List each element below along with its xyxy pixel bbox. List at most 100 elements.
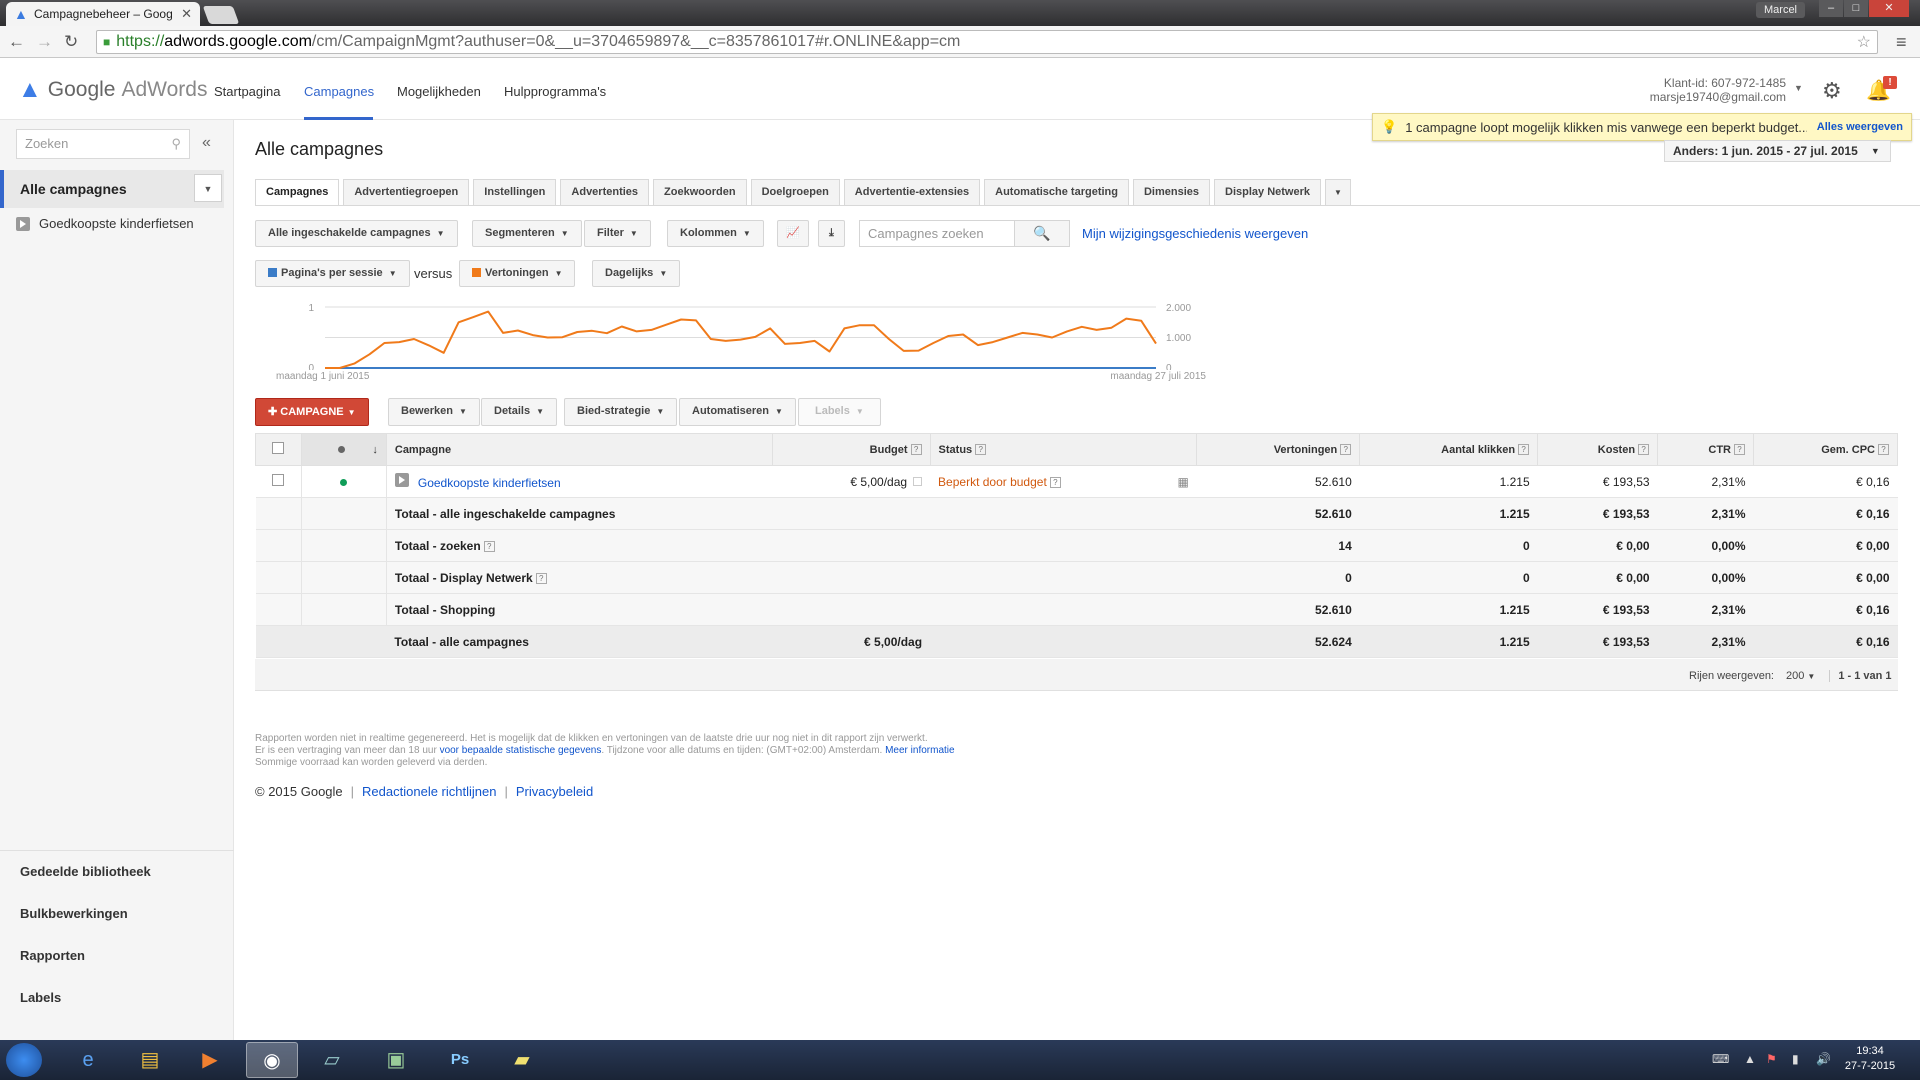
new-tab-button[interactable] bbox=[202, 6, 240, 24]
enabled-dot-icon[interactable] bbox=[340, 478, 348, 486]
change-history-link[interactable]: Mijn wijzigingsgeschiedenis weergeven bbox=[1082, 226, 1308, 241]
campaign-link[interactable]: Goedkoopste kinderfietsen bbox=[418, 476, 561, 490]
more-info-link[interactable]: Meer informatie bbox=[885, 745, 954, 756]
close-tab-icon[interactable]: ✕ bbox=[181, 6, 192, 22]
help-icon[interactable]: ? bbox=[483, 540, 495, 552]
col-avg-cpc[interactable]: Gem. CPC? bbox=[1753, 433, 1898, 466]
edit-button[interactable]: Bewerken ▼ bbox=[388, 398, 480, 426]
tab-automatische-targeting[interactable]: Automatische targeting bbox=[984, 179, 1129, 206]
network-app-icon[interactable]: ▣ bbox=[370, 1042, 422, 1078]
help-icon[interactable]: ? bbox=[1638, 443, 1650, 455]
rows-per-page-select[interactable]: 200 ▼ bbox=[1786, 670, 1815, 682]
granularity-selector[interactable]: Dagelijks ▼ bbox=[592, 260, 681, 287]
more-tabs-dropdown-icon[interactable]: ▼ bbox=[1325, 179, 1351, 206]
close-window-icon[interactable]: ✕ bbox=[1869, 0, 1909, 17]
media-player-icon[interactable]: ▶ bbox=[184, 1042, 236, 1078]
bid-strategy-button[interactable]: Bied-strategie ▼ bbox=[564, 398, 678, 426]
segment-button[interactable]: Segmenteren ▼ bbox=[472, 220, 582, 247]
filter-button[interactable]: Filter ▼ bbox=[584, 220, 651, 247]
metric2-selector[interactable]: Vertoningen ▼ bbox=[459, 260, 576, 287]
campaign-search-input[interactable]: Campagnes zoeken bbox=[859, 220, 1015, 247]
date-range-selector[interactable]: Anders: 1 jun. 2015 - 27 jul. 2015 ▼ bbox=[1664, 140, 1891, 162]
tab-campagnes[interactable]: Campagnes bbox=[255, 179, 340, 206]
help-icon[interactable]: ? bbox=[1049, 476, 1061, 488]
col-ctr[interactable]: CTR? bbox=[1657, 433, 1754, 466]
col-campaign[interactable]: Campagne bbox=[385, 433, 773, 466]
col-impressions[interactable]: Vertoningen? bbox=[1196, 433, 1361, 466]
metric1-selector[interactable]: Pagina's per sessie ▼ bbox=[255, 260, 410, 287]
sidebar-item-labels[interactable]: Labels bbox=[0, 977, 234, 1019]
address-bar[interactable]: ■ https:// adwords.google.com /cm/Campai… bbox=[96, 30, 1878, 54]
col-clicks[interactable]: Aantal klikken? bbox=[1359, 433, 1539, 466]
back-icon[interactable]: ← bbox=[8, 33, 25, 51]
tab-advertentie-extensies[interactable]: Advertentie-extensies bbox=[843, 179, 981, 206]
tab-zoekwoorden[interactable]: Zoekwoorden bbox=[653, 179, 747, 206]
collapse-sidebar-icon[interactable]: « bbox=[202, 134, 211, 152]
row-status[interactable]: Beperkt door budget bbox=[938, 475, 1047, 489]
adwords-logo[interactable]: ▲ Google AdWords bbox=[18, 76, 207, 104]
volume-icon[interactable]: 🔊 bbox=[1816, 1052, 1831, 1066]
col-budget[interactable]: Budget? bbox=[771, 433, 931, 466]
tab-dimensies[interactable]: Dimensies bbox=[1132, 179, 1211, 206]
forward-icon[interactable]: → bbox=[36, 33, 53, 51]
sidebar-item-bulk-edits[interactable]: Bulkbewerkingen bbox=[0, 893, 234, 935]
maximize-icon[interactable]: □ bbox=[1844, 0, 1868, 17]
sidebar-item-campaign[interactable]: Goedkoopste kinderfietsen bbox=[16, 216, 194, 231]
help-icon[interactable]: ? bbox=[1518, 443, 1530, 455]
browser-tab[interactable]: ▲ Campagnebeheer – Goog ✕ bbox=[6, 2, 200, 26]
tab-doelgroepen[interactable]: Doelgroepen bbox=[750, 179, 840, 206]
sidebar-item-shared-library[interactable]: Gedeelde bibliotheek bbox=[0, 851, 234, 893]
help-icon[interactable]: ? bbox=[535, 572, 547, 584]
privacy-policy-link[interactable]: Privacybeleid bbox=[516, 784, 593, 799]
tab-advertenties[interactable]: Advertenties bbox=[560, 179, 650, 206]
app-icon[interactable]: ▱ bbox=[306, 1042, 358, 1078]
tab-advertentiegroepen[interactable]: Advertentiegroepen bbox=[343, 179, 470, 206]
nav-campagnes[interactable]: Campagnes bbox=[304, 84, 374, 99]
start-button[interactable] bbox=[6, 1043, 42, 1077]
row-checkbox[interactable] bbox=[272, 474, 285, 486]
help-icon[interactable]: ? bbox=[1734, 443, 1745, 455]
details-button[interactable]: Details ▼ bbox=[481, 398, 557, 426]
download-button[interactable]: ⤓ bbox=[818, 220, 845, 247]
chrome-icon[interactable]: ◉ bbox=[246, 1042, 298, 1078]
reload-icon[interactable]: ↻ bbox=[64, 33, 78, 51]
keyboard-icon[interactable]: ⌨ bbox=[1712, 1052, 1729, 1066]
help-icon[interactable]: ? bbox=[1878, 443, 1889, 455]
col-status[interactable]: Status? bbox=[929, 433, 1198, 466]
sidebar-item-reports[interactable]: Rapporten bbox=[0, 935, 234, 977]
chart-toggle-button[interactable]: 📈 bbox=[777, 220, 809, 247]
search-button[interactable]: 🔍 bbox=[1014, 220, 1070, 247]
photoshop-icon[interactable]: Ps bbox=[434, 1042, 486, 1078]
nav-mogelijkheden[interactable]: Mogelijkheden bbox=[397, 84, 481, 99]
add-campaign-button[interactable]: ✚ CAMPAGNE ▼ bbox=[255, 398, 369, 426]
explorer-icon[interactable]: ▤ bbox=[124, 1042, 176, 1078]
nav-startpagina[interactable]: Startpagina bbox=[214, 84, 281, 99]
tab-display-netwerk[interactable]: Display Netwerk bbox=[1214, 179, 1321, 206]
edit-budget-icon[interactable] bbox=[913, 476, 923, 486]
folder-icon[interactable]: ▰ bbox=[496, 1042, 548, 1078]
statistics-link[interactable]: voor bepaalde statistische gegevens bbox=[440, 745, 602, 756]
account-info[interactable]: Klant-id: 607-972-1485 marsje19740@gmail… bbox=[1620, 76, 1786, 104]
col-cost[interactable]: Kosten? bbox=[1537, 433, 1659, 466]
account-dropdown-icon[interactable]: ▼ bbox=[1794, 83, 1803, 93]
user-badge[interactable]: Marcel bbox=[1756, 2, 1806, 18]
status-chart-icon[interactable]: ▦ bbox=[1178, 475, 1189, 489]
chevron-down-icon[interactable]: ▼ bbox=[194, 174, 222, 202]
select-all-checkbox[interactable] bbox=[272, 442, 285, 454]
editorial-guidelines-link[interactable]: Redactionele richtlijnen bbox=[362, 784, 496, 799]
help-icon[interactable]: ? bbox=[975, 443, 987, 455]
sidebar-search-input[interactable]: Zoeken ⚲ bbox=[16, 129, 190, 159]
row-budget[interactable]: € 5,00/dag bbox=[850, 475, 907, 489]
search-icon[interactable]: ⚲ bbox=[171, 130, 181, 158]
network-icon[interactable]: ▮ bbox=[1792, 1052, 1799, 1066]
labels-button[interactable]: Labels ▼ bbox=[798, 398, 881, 426]
sidebar-item-all-campaigns[interactable]: Alle campagnes bbox=[0, 170, 224, 208]
browser-menu-icon[interactable]: ≡ bbox=[1896, 32, 1907, 53]
tab-instellingen[interactable]: Instellingen bbox=[473, 179, 557, 206]
bookmark-star-icon[interactable]: ☆ bbox=[1857, 32, 1871, 52]
status-sort-header[interactable]: ↓ bbox=[300, 433, 387, 466]
campaign-status-filter-button[interactable]: Alle ingeschakelde campagnes ▼ bbox=[255, 220, 458, 247]
nav-hulpprogrammas[interactable]: Hulpprogramma's bbox=[504, 84, 606, 99]
show-hidden-icons[interactable]: ▲ bbox=[1744, 1052, 1756, 1066]
clock[interactable]: 19:34 27-7-2015 bbox=[1840, 1044, 1900, 1074]
